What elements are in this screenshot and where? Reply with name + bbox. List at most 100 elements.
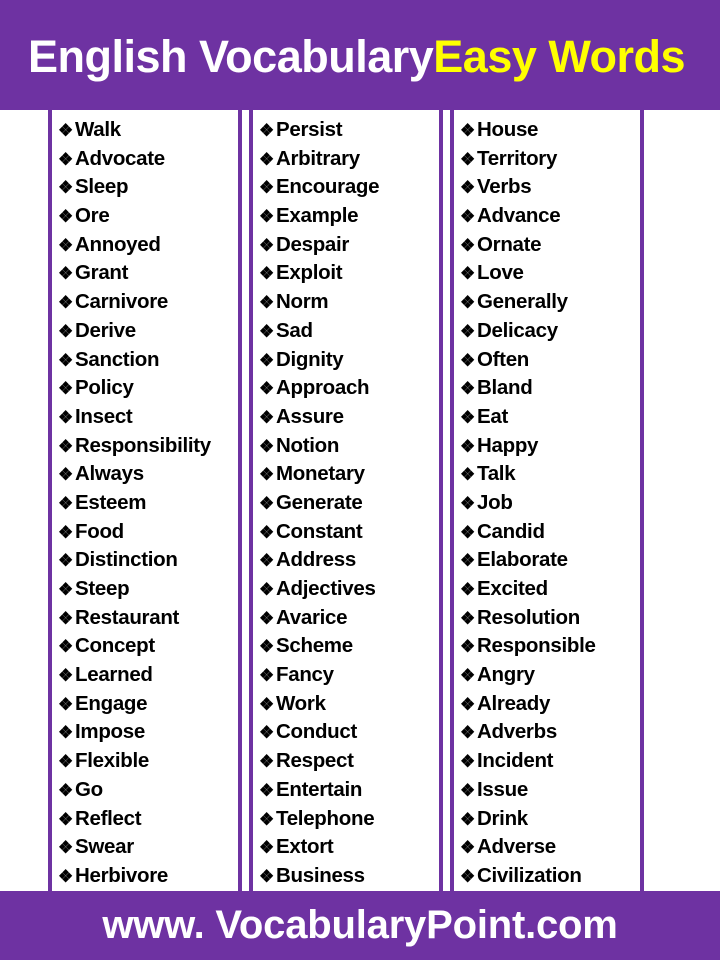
word-label: Learned (75, 663, 153, 687)
diamond-bullet-icon: ❖ (460, 723, 475, 743)
diamond-bullet-icon: ❖ (259, 838, 274, 858)
left-margin (0, 110, 48, 891)
diamond-bullet-icon: ❖ (259, 350, 274, 370)
word-label: Resolution (477, 605, 580, 629)
diamond-bullet-icon: ❖ (259, 780, 274, 800)
word-label: Norm (276, 290, 329, 314)
word-list-item: ❖Walk (58, 116, 238, 145)
diamond-bullet-icon: ❖ (259, 379, 274, 399)
word-label: Happy (477, 433, 539, 457)
word-list-item: ❖Sleep (58, 173, 238, 202)
diamond-bullet-icon: ❖ (58, 780, 73, 800)
word-label: Esteem (75, 490, 147, 514)
diamond-bullet-icon: ❖ (259, 264, 274, 284)
diamond-bullet-icon: ❖ (58, 723, 73, 743)
word-label: Often (477, 347, 530, 371)
word-label: Carnivore (75, 290, 169, 314)
diamond-bullet-icon: ❖ (460, 465, 475, 485)
word-label: Constant (276, 519, 363, 543)
diamond-bullet-icon: ❖ (58, 264, 73, 284)
word-label: Engage (75, 691, 148, 715)
diamond-bullet-icon: ❖ (259, 465, 274, 485)
word-list-item: ❖Generally (460, 288, 640, 317)
word-list-item: ❖Respect (259, 747, 439, 776)
diamond-bullet-icon: ❖ (58, 637, 73, 657)
diamond-bullet-icon: ❖ (58, 321, 73, 341)
diamond-bullet-icon: ❖ (259, 723, 274, 743)
word-label: Responsible (477, 634, 596, 658)
diamond-bullet-icon: ❖ (58, 407, 73, 427)
word-list-item: ❖Verbs (460, 173, 640, 202)
word-list-item: ❖Talk (460, 460, 640, 489)
word-label: Despair (276, 232, 350, 256)
word-list-item: ❖Norm (259, 288, 439, 317)
diamond-bullet-icon: ❖ (460, 379, 475, 399)
word-list-item: ❖Encourage (259, 173, 439, 202)
word-list-item: ❖Exploit (259, 259, 439, 288)
word-list-item: ❖Civilization (460, 862, 640, 891)
word-list-3: ❖House ❖Territory ❖Verbs ❖Advance ❖Ornate ❖Lo… (460, 116, 640, 891)
word-label: Adjectives (276, 577, 376, 600)
word-list-item: ❖Address (259, 546, 439, 575)
word-list-item: ❖Concept (58, 632, 238, 661)
word-label: Adverse (477, 835, 556, 859)
diamond-bullet-icon: ❖ (58, 207, 73, 227)
diamond-bullet-icon: ❖ (460, 407, 475, 427)
word-label: Arbitrary (276, 146, 360, 170)
word-label: Extort (276, 835, 334, 859)
word-list-item: ❖Restaurant (58, 604, 238, 633)
word-list-item: ❖Food (58, 518, 238, 547)
diamond-bullet-icon: ❖ (460, 178, 475, 198)
word-list-item: ❖Responsibility (58, 432, 238, 461)
word-list-item: ❖Resolution (460, 604, 640, 633)
diamond-bullet-icon: ❖ (259, 493, 274, 513)
word-list-item: ❖Delicacy (460, 317, 640, 346)
word-list-item: ❖Angry (460, 661, 640, 690)
word-list-item: ❖Arbitrary (259, 145, 439, 174)
word-label: Herbivore (75, 863, 169, 887)
word-label: Fancy (276, 663, 334, 687)
word-label: Adverbs (477, 720, 557, 744)
word-label: Grant (75, 261, 129, 285)
page-title: English VocabularyEasy Words (28, 28, 698, 88)
word-list-item: ❖Approach (259, 374, 439, 403)
vocabulary-poster: English VocabularyEasy Words ❖Walk ❖ Advoc… (0, 0, 720, 960)
word-list-item: ❖Work (259, 690, 439, 719)
diamond-bullet-icon: ❖ (58, 666, 73, 686)
word-label: Advocate (75, 146, 165, 170)
word-label: Insect (75, 404, 133, 428)
word-list-item: ❖Ornate (460, 231, 640, 260)
diamond-bullet-icon: ❖ (460, 207, 475, 227)
word-label: Go (75, 777, 103, 801)
word-list-1: ❖Walk ❖Advocate ❖Sleep ❖Ore ❖Annoyed ❖Grant ❖C… (58, 116, 238, 891)
word-label: Dignity (276, 347, 344, 371)
page-title-primary: English Vocabulary (28, 31, 434, 82)
word-list-item: ❖Extort (259, 833, 439, 862)
word-label: Angry (477, 663, 535, 687)
word-list-item: ❖Ore (58, 202, 238, 231)
word-list-item: ❖Entertain (259, 776, 439, 805)
word-list-item: ❖Distinction (58, 546, 238, 575)
diamond-bullet-icon: ❖ (460, 580, 475, 599)
word-list-item: ❖Monetary (259, 460, 439, 489)
word-label: Avarice (276, 605, 348, 629)
word-list-item: ❖Elaborate (460, 546, 640, 575)
diamond-bullet-icon: ❖ (58, 493, 73, 513)
word-label: Elaborate (477, 548, 568, 572)
word-list-item: ❖Policy (58, 374, 238, 403)
word-label: Ore (75, 204, 110, 228)
website-url[interactable]: www. VocabularyPoint.com (0, 891, 720, 960)
word-list-item: ❖Scheme (259, 632, 439, 661)
word-list-item: ❖Persist (259, 116, 439, 145)
word-list-item: ❖Dignity (259, 346, 439, 375)
word-list-item: ❖Adverbs (460, 718, 640, 747)
diamond-bullet-icon: ❖ (460, 780, 475, 800)
word-label: Responsibility (75, 433, 211, 457)
word-list-item: ❖Herbivore (58, 862, 238, 891)
poster-footer: www. VocabularyPoint.com (0, 891, 720, 960)
word-list-item: ❖Excited (460, 575, 640, 604)
diamond-bullet-icon: ❖ (460, 264, 475, 284)
word-label: Encourage (276, 175, 380, 199)
word-label: Address (276, 548, 356, 572)
word-label: Conduct (276, 720, 358, 744)
